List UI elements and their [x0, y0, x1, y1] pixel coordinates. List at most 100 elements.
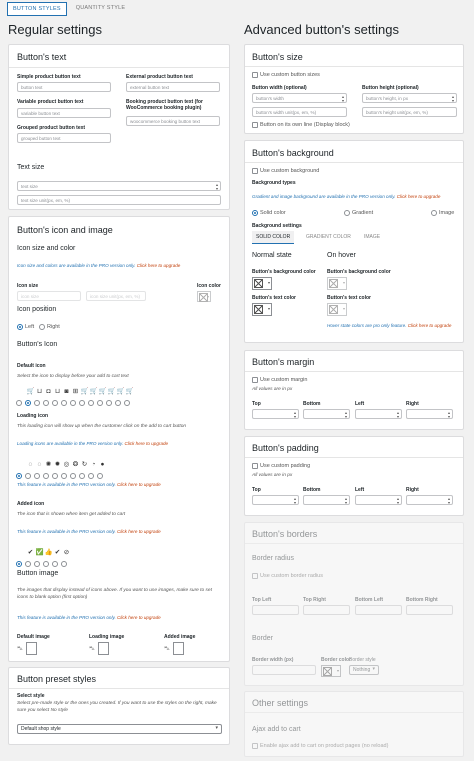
tab-image[interactable]: IMAGE — [360, 231, 384, 243]
icon-radio[interactable] — [97, 400, 103, 406]
icon-color-label: Icon color — [197, 283, 221, 289]
default-image-picker[interactable] — [26, 642, 37, 655]
upgrade-link[interactable]: Click here to upgrade — [408, 323, 452, 328]
position-left-radio[interactable] — [17, 324, 23, 330]
margin-top-input[interactable]: ▴ ▾ — [252, 409, 299, 419]
image-radio[interactable] — [431, 210, 437, 216]
icon-unit-input[interactable]: icon size unit(px, em, %) — [86, 291, 146, 301]
position-right-radio[interactable] — [39, 324, 45, 330]
added-radio[interactable] — [43, 561, 49, 567]
loading-radio[interactable] — [25, 473, 31, 479]
icon-radio[interactable] — [16, 400, 22, 406]
buttons-margin-panel: Button's margin Use custom margin All va… — [244, 350, 464, 430]
icon-radio[interactable] — [88, 400, 94, 406]
custom-radius-checkbox[interactable] — [252, 573, 258, 579]
icon-radio[interactable] — [70, 400, 76, 406]
check-circle-icon: ⊘ — [63, 549, 70, 556]
width-unit-input[interactable]: button's width unit(px, em, %) — [252, 107, 347, 117]
tab-gradient-color[interactable]: GRADIENT COLOR — [302, 231, 355, 243]
custom-padding-checkbox[interactable] — [252, 463, 258, 469]
hover-text-color-picker[interactable] — [327, 303, 347, 316]
icon-radio[interactable] — [79, 400, 85, 406]
added-radio[interactable] — [34, 561, 40, 567]
height-input[interactable]: button's height, in px ▴ ▾ — [362, 93, 457, 103]
text-size-unit-input[interactable]: text size unit(px, em, %) — [17, 195, 221, 205]
variable-input[interactable]: variable button text — [17, 108, 111, 118]
border-width-input[interactable] — [252, 665, 316, 675]
icon-radio[interactable] — [61, 400, 67, 406]
custom-margin-checkbox[interactable] — [252, 377, 258, 383]
tab-quantity-style[interactable]: QUANTITY STYLE — [71, 2, 130, 16]
external-input[interactable]: external button text — [126, 82, 220, 92]
padding-bottom-input[interactable]: ▴ ▾ — [303, 495, 350, 505]
spinner-icon: ◌ — [28, 461, 33, 468]
loading-radio[interactable] — [97, 473, 103, 479]
icon-radio[interactable] — [34, 400, 40, 406]
custom-bg-checkbox[interactable] — [252, 168, 258, 174]
simple-input[interactable]: button text — [17, 82, 111, 92]
upgrade-link[interactable]: Click here to upgrade — [124, 441, 168, 446]
booking-input[interactable]: woocommerce booking button text — [126, 116, 220, 126]
normal-text-color-picker[interactable] — [252, 303, 272, 316]
tab-solid-color[interactable]: SOLID COLOR — [252, 231, 295, 244]
text-size-input[interactable]: text size ▴ ▾ — [17, 181, 221, 191]
loading-radio[interactable] — [16, 473, 22, 479]
loading-radio[interactable] — [52, 473, 58, 479]
upgrade-link[interactable]: Click here to upgrade — [397, 194, 441, 199]
normal-bg-color-picker[interactable] — [252, 277, 272, 290]
loading-radio[interactable] — [79, 473, 85, 479]
height-unit-input[interactable]: button's height unit(px, em, %) — [362, 107, 457, 117]
default-icon-desc: Select the icon to display before your a… — [17, 374, 129, 379]
upgrade-link[interactable]: Click here to upgrade — [117, 529, 161, 534]
icon-radio[interactable] — [25, 400, 31, 406]
loading-radio[interactable] — [34, 473, 40, 479]
radius-top-right-input[interactable] — [303, 605, 350, 615]
gradient-radio[interactable] — [344, 210, 350, 216]
icon-radio[interactable] — [124, 400, 130, 406]
upgrade-link[interactable]: Click here to upgrade — [117, 482, 161, 487]
added-radio[interactable] — [61, 561, 67, 567]
added-radio[interactable] — [52, 561, 58, 567]
icon-color-picker[interactable] — [197, 291, 211, 302]
margin-left-input[interactable]: ▴ ▾ — [355, 409, 402, 419]
added-image-picker[interactable] — [173, 642, 184, 655]
icon-radio[interactable] — [43, 400, 49, 406]
radius-top-left-input[interactable] — [252, 605, 299, 615]
radius-bottom-right-input[interactable] — [406, 605, 453, 615]
radius-bottom-left-input[interactable] — [355, 605, 402, 615]
icon-radio[interactable] — [52, 400, 58, 406]
loading-radio[interactable] — [61, 473, 67, 479]
hover-bg-color-picker[interactable] — [327, 277, 347, 290]
preset-style-select[interactable]: Default shop style — [17, 724, 222, 734]
padding-left-label: Left — [355, 487, 365, 493]
added-radio[interactable] — [25, 561, 31, 567]
margin-right-input[interactable]: ▴ ▾ — [406, 409, 453, 419]
own-line-checkbox[interactable] — [252, 122, 258, 128]
button-image-desc: The images that display instead of icons… — [17, 588, 212, 600]
icon-radio[interactable] — [106, 400, 112, 406]
margin-bottom-input[interactable]: ▴ ▾ — [303, 409, 350, 419]
width-input[interactable]: button's width ▴ ▾ — [252, 93, 347, 103]
loading-radio[interactable] — [70, 473, 76, 479]
tab-button-styles[interactable]: BUTTON STYLES — [7, 2, 67, 16]
padding-left-input[interactable]: ▴ ▾ — [355, 495, 402, 505]
upgrade-link[interactable]: Click here to upgrade — [117, 615, 161, 620]
border-style-select[interactable]: Nothing — [349, 665, 379, 675]
padding-top-input[interactable]: ▴ ▾ — [252, 495, 299, 505]
upgrade-link[interactable]: Click here to upgrade — [137, 263, 181, 268]
padding-right-input[interactable]: ▴ ▾ — [406, 495, 453, 505]
icon-radio[interactable] — [115, 400, 121, 406]
ajax-checkbox[interactable] — [252, 743, 258, 749]
custom-size-checkbox[interactable] — [252, 72, 258, 78]
border-style-label: Border style — [349, 657, 376, 663]
grouped-input[interactable]: grouped button text — [17, 133, 111, 143]
icon-size-input[interactable]: icon size — [17, 291, 81, 301]
solid-color-radio[interactable] — [252, 210, 258, 216]
loading-image-picker[interactable] — [98, 642, 109, 655]
border-title: Border — [252, 635, 274, 642]
loading-radio[interactable] — [88, 473, 94, 479]
added-radio[interactable] — [16, 561, 22, 567]
buttons-icon-title: Button's Icon — [17, 341, 58, 348]
loading-radio[interactable] — [43, 473, 49, 479]
border-color-picker[interactable] — [321, 665, 341, 677]
